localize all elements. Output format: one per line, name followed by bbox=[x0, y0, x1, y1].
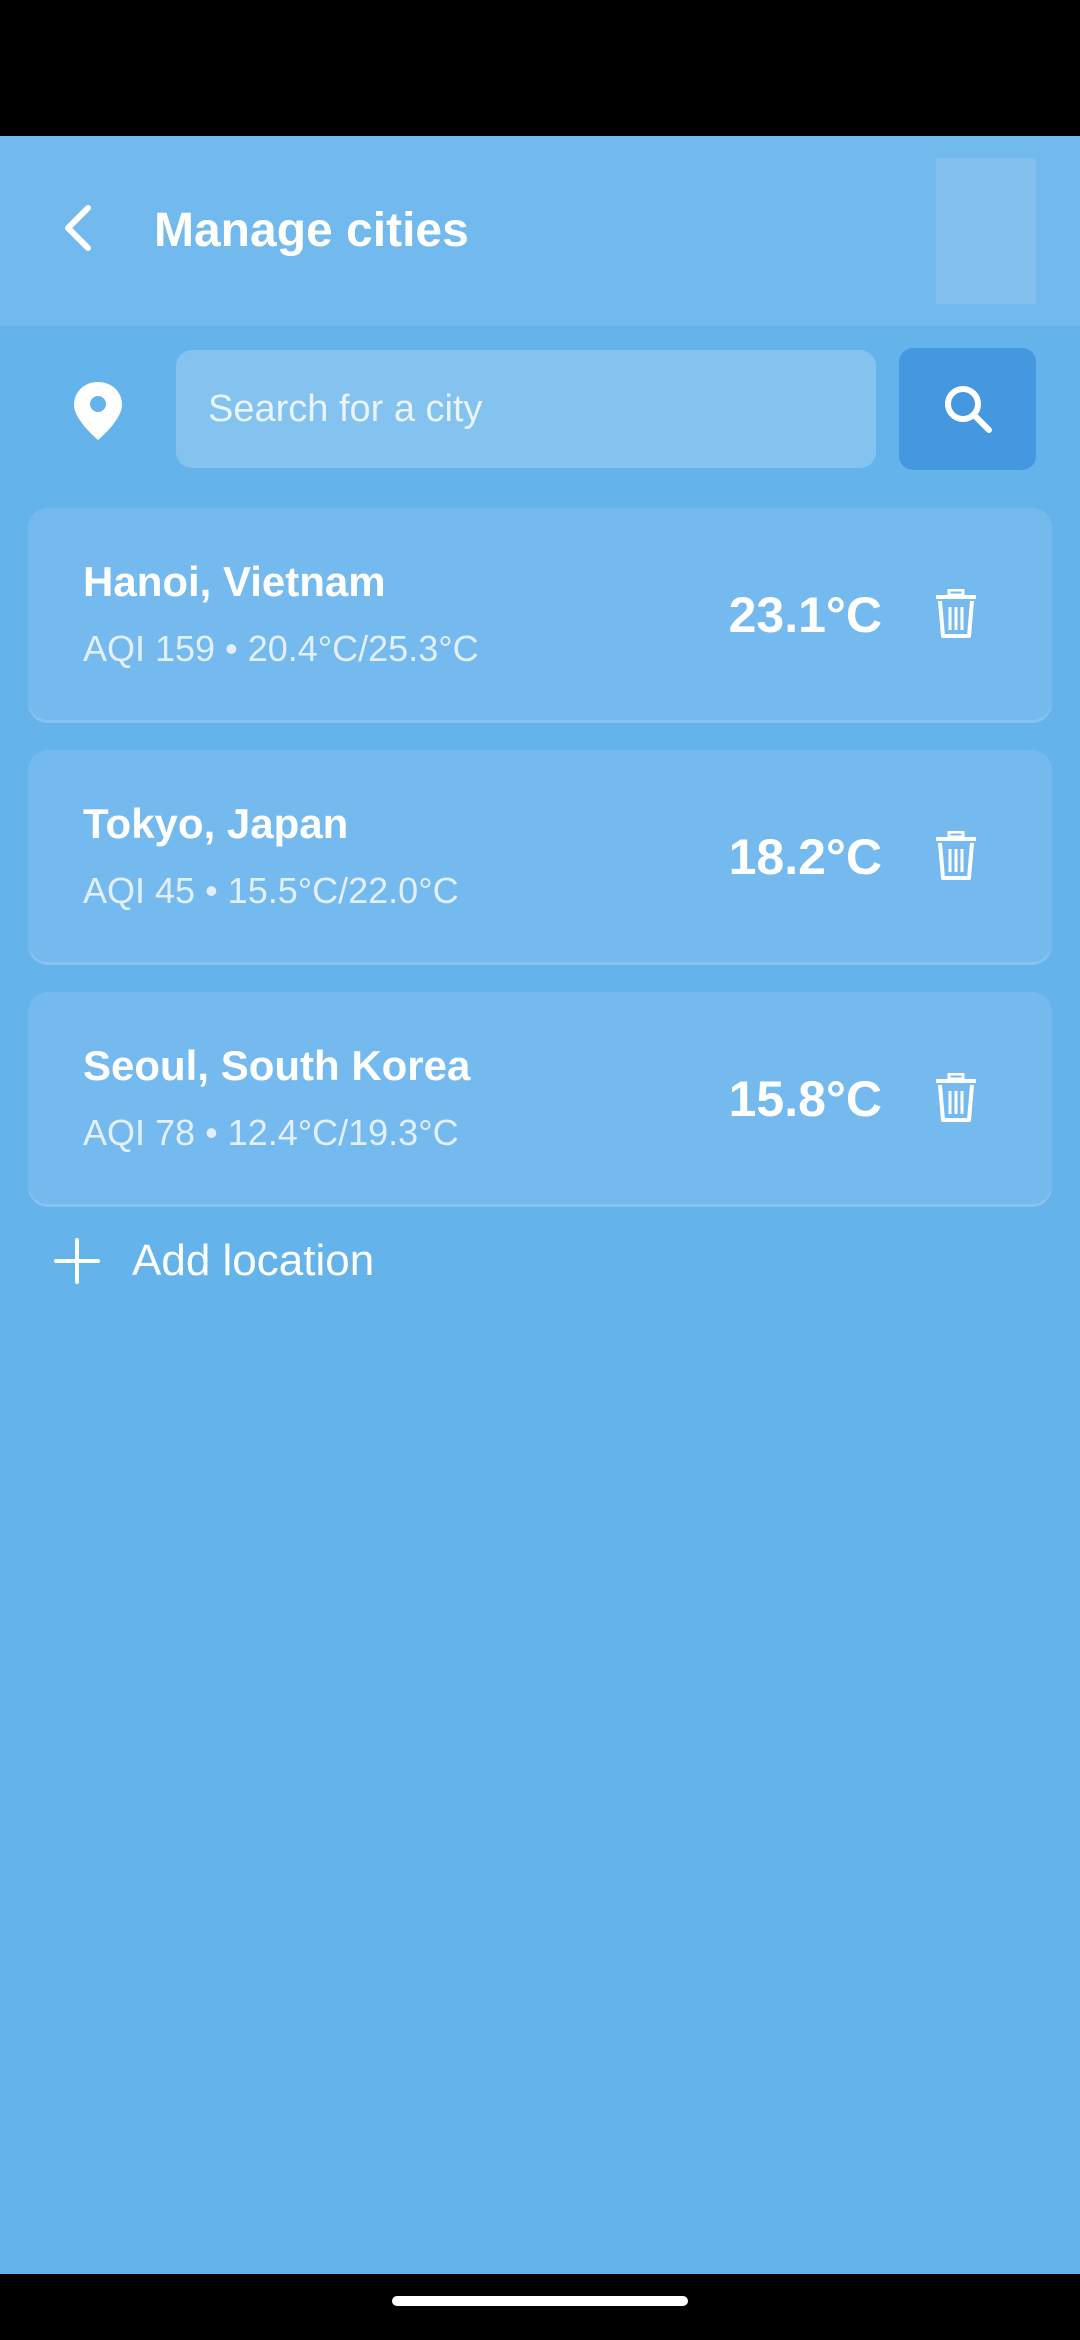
city-details: AQI 45 • 15.5°C/22.0°C bbox=[83, 870, 459, 911]
location-pin-icon bbox=[74, 382, 122, 440]
navigation-bar bbox=[0, 2274, 1080, 2340]
city-name: Tokyo, Japan bbox=[83, 800, 349, 847]
delete-city-button[interactable] bbox=[926, 826, 986, 886]
current-location-button[interactable] bbox=[72, 380, 124, 442]
search-input[interactable] bbox=[176, 350, 876, 468]
city-card[interactable]: Hanoi, Vietnam AQI 159 • 20.4°C/25.3°C 2… bbox=[28, 508, 1052, 720]
chevron-left-icon bbox=[65, 205, 91, 251]
manage-cities-screen: Manage cities Hanoi, Vietnam AQI 159 • 2… bbox=[0, 136, 1080, 2274]
search-row bbox=[0, 348, 1080, 472]
add-location-label: Add location bbox=[132, 1236, 375, 1285]
city-temperature: 23.1°C bbox=[728, 587, 882, 643]
city-details: AQI 78 • 12.4°C/19.3°C bbox=[83, 1112, 459, 1153]
city-name: Seoul, South Korea bbox=[83, 1042, 471, 1089]
search-button[interactable] bbox=[899, 348, 1036, 470]
city-card[interactable]: Seoul, South Korea AQI 78 • 12.4°C/19.3°… bbox=[28, 992, 1052, 1204]
city-name: Hanoi, Vietnam bbox=[83, 558, 386, 605]
delete-city-button[interactable] bbox=[926, 1068, 986, 1128]
search-icon bbox=[944, 386, 992, 433]
trash-icon bbox=[936, 831, 976, 880]
menu-button[interactable] bbox=[936, 158, 1036, 304]
status-bar bbox=[0, 0, 1080, 136]
city-list: Hanoi, Vietnam AQI 159 • 20.4°C/25.3°C 2… bbox=[28, 508, 1052, 1234]
add-location-button[interactable]: Add location bbox=[52, 1226, 374, 1296]
app-bar: Manage cities bbox=[0, 136, 1080, 326]
home-indicator[interactable] bbox=[392, 2296, 688, 2306]
plus-icon bbox=[54, 1238, 100, 1284]
delete-city-button[interactable] bbox=[926, 584, 986, 644]
city-temperature: 15.8°C bbox=[728, 1071, 882, 1127]
city-card[interactable]: Tokyo, Japan AQI 45 • 15.5°C/22.0°C 18.2… bbox=[28, 750, 1052, 962]
back-button[interactable] bbox=[46, 196, 110, 260]
city-details: AQI 159 • 20.4°C/25.3°C bbox=[83, 628, 479, 669]
page-title: Manage cities bbox=[154, 204, 469, 257]
trash-icon bbox=[936, 589, 976, 638]
trash-icon bbox=[936, 1073, 976, 1122]
city-temperature: 18.2°C bbox=[728, 829, 882, 885]
